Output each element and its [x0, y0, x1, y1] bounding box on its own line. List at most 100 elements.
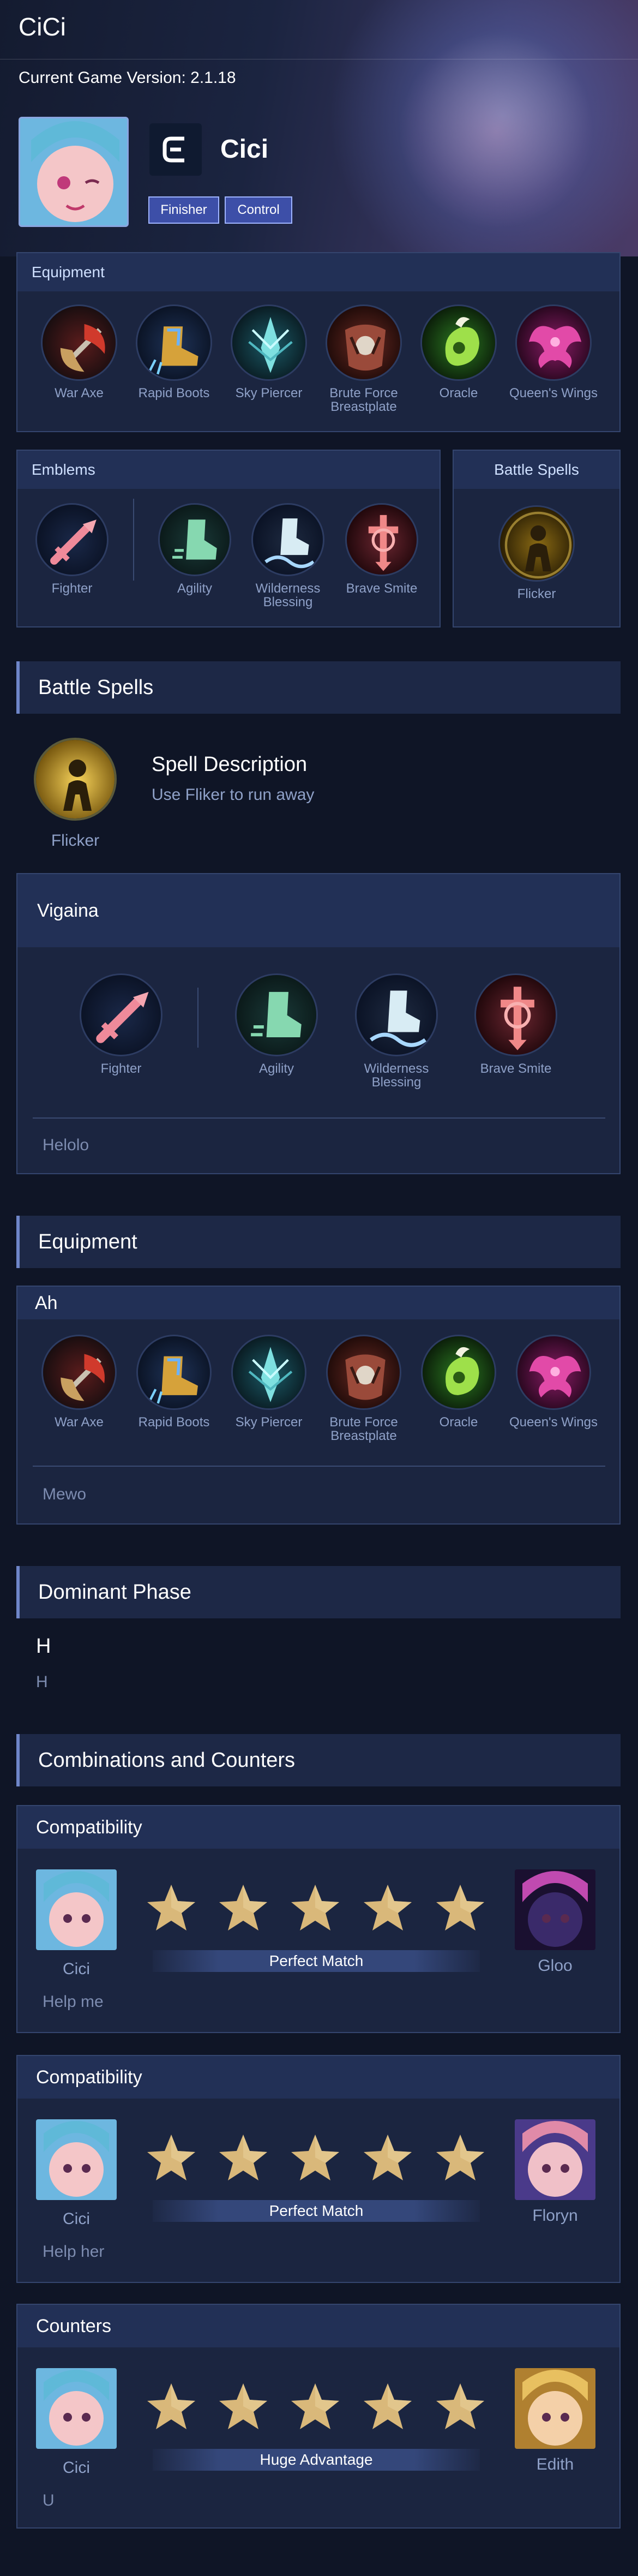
hero-portrait-cici[interactable]	[36, 2119, 117, 2200]
item-label: Brute Force Breastplate	[329, 386, 398, 414]
rating-star-icon	[147, 2383, 195, 2429]
item-queen-s-wings[interactable]: Queen's Wings	[504, 1335, 603, 1429]
rating-star-icon	[219, 2135, 267, 2180]
item-wilderness-blessing[interactable]: Wilderness Blessing	[239, 503, 337, 609]
combo-right-hero: Edith	[536, 2455, 574, 2473]
item-label: Brave Smite	[480, 1061, 552, 1076]
item-label: Queen's Wings	[509, 386, 598, 401]
item-label: Brave Smite	[346, 581, 418, 596]
rating-star-icon	[147, 2135, 195, 2180]
item-oracle[interactable]: Oracle	[410, 1335, 508, 1429]
hero-portrait-cici[interactable]	[36, 2368, 117, 2449]
rapid-boots-icon	[136, 304, 212, 381]
combo-left-hero: Cici	[63, 2459, 90, 2477]
combo-left-hero: Cici	[63, 2210, 90, 2228]
section-heading-combinations: Combinations and Counters	[16, 1734, 621, 1786]
brave-smite-icon	[345, 503, 418, 576]
hero-portrait-edith[interactable]	[515, 2368, 595, 2449]
hero-portrait-floryn[interactable]	[515, 2119, 595, 2200]
divider	[133, 499, 134, 581]
item-brave-smite[interactable]: Brave Smite	[333, 503, 431, 595]
dominant-phase-text: H	[36, 1673, 48, 1691]
item-label: Oracle	[439, 1415, 478, 1430]
combo-right-hero: Gloo	[538, 1957, 573, 1975]
rapid-boots-icon	[136, 1335, 212, 1410]
hero-name: Cici	[220, 135, 269, 164]
section-heading-equipment: Equipment	[16, 1216, 621, 1268]
combo-card-title: Counters	[17, 2305, 619, 2347]
item-label: War Axe	[55, 1415, 104, 1430]
item-war-axe[interactable]: War Axe	[30, 1335, 128, 1429]
section-heading-dominant-phase: Dominant Phase	[16, 1566, 621, 1618]
item-label: Flicker	[517, 587, 556, 601]
wilderness-blessing-icon	[355, 973, 438, 1056]
combo-rating-label: Huge Advantage	[153, 2449, 480, 2471]
equipment-build-note: Mewo	[43, 1485, 87, 1503]
item-rapid-boots[interactable]: Rapid Boots	[125, 304, 223, 400]
item-flicker[interactable]: Flicker	[487, 505, 586, 601]
section-heading-battle-spells: Battle Spells	[16, 661, 621, 714]
spell-description-text: Use Fliker to run away	[152, 786, 315, 804]
fighter-emblem-icon	[35, 503, 109, 576]
flicker-icon	[498, 505, 575, 582]
item-label: Sky Piercer	[235, 1415, 303, 1430]
breastplate-icon	[326, 304, 402, 381]
brave-smite-icon	[474, 973, 557, 1056]
item-agility[interactable]: Agility	[227, 973, 326, 1075]
rating-star-icon	[436, 1885, 484, 1930]
item-brave-smite[interactable]: Brave Smite	[467, 973, 565, 1075]
item-label: Fighter	[100, 1061, 142, 1076]
war-axe-icon	[41, 304, 117, 381]
queens-wings-icon	[516, 1335, 591, 1410]
spell-description-title: Spell Description	[152, 753, 308, 776]
item-fighter[interactable]: Fighter	[72, 973, 170, 1075]
combo-note: Help her	[43, 2243, 105, 2261]
item-agility[interactable]: Agility	[146, 503, 244, 595]
rating-star-icon	[436, 2135, 484, 2180]
tag-control: Control	[225, 196, 292, 224]
combo-right-hero: Floryn	[532, 2207, 578, 2225]
combo-rating-label: Perfect Match	[153, 1950, 480, 1972]
combo-note: U	[43, 2491, 55, 2509]
rating-star-icon	[219, 1885, 267, 1930]
item-queen-s-wings[interactable]: Queen's Wings	[504, 304, 603, 400]
item-label: Wilderness Blessing	[364, 1061, 429, 1090]
item-sky-piercer[interactable]: Sky Piercer	[220, 304, 318, 400]
breastplate-icon	[326, 1335, 401, 1410]
item-label: Rapid Boots	[138, 1415, 210, 1430]
rating-star-icon	[219, 2383, 267, 2429]
rating-star-icon	[436, 2383, 484, 2429]
item-rapid-boots[interactable]: Rapid Boots	[125, 1335, 223, 1429]
item-brute-force-breastplate[interactable]: Brute Force Breastplate	[315, 1335, 413, 1443]
war-axe-icon	[41, 1335, 117, 1410]
oracle-icon	[421, 1335, 496, 1410]
hero-portrait-gloo[interactable]	[515, 1869, 595, 1950]
combo-left-hero: Cici	[63, 1960, 90, 1978]
item-war-axe[interactable]: War Axe	[30, 304, 128, 400]
tag-finisher: Finisher	[148, 196, 219, 224]
hero-portrait-cici[interactable]	[36, 1869, 117, 1950]
rating-star-icon	[291, 1885, 339, 1930]
item-wilderness-blessing[interactable]: Wilderness Blessing	[347, 973, 446, 1089]
combo-card-title: Compatibility	[17, 1806, 619, 1849]
combo-card-title: Compatibility	[17, 2056, 619, 2099]
divider	[33, 1466, 605, 1467]
app-title: CiCi	[19, 13, 66, 41]
rating-star-icon	[291, 2383, 339, 2429]
item-label: Rapid Boots	[138, 386, 210, 401]
item-fighter[interactable]: Fighter	[23, 503, 121, 595]
item-label: Sky Piercer	[235, 386, 303, 401]
item-oracle[interactable]: Oracle	[410, 304, 508, 400]
hero-header: CiCi Current Game Version: 2.1.18 Cici F…	[0, 0, 638, 256]
rating-star-icon	[364, 1885, 412, 1930]
item-brute-force-breastplate[interactable]: Brute Force Breastplate	[315, 304, 413, 414]
oracle-icon	[420, 304, 497, 381]
role-letter-e-icon	[149, 123, 202, 176]
combo-note: Help me	[43, 1993, 104, 2011]
rating-star-icon	[364, 2383, 412, 2429]
hero-portrait	[19, 117, 129, 227]
rating-star-icon	[147, 1885, 195, 1930]
item-label: Oracle	[439, 386, 478, 401]
flicker-icon[interactable]	[34, 738, 117, 821]
item-sky-piercer[interactable]: Sky Piercer	[220, 1335, 318, 1429]
